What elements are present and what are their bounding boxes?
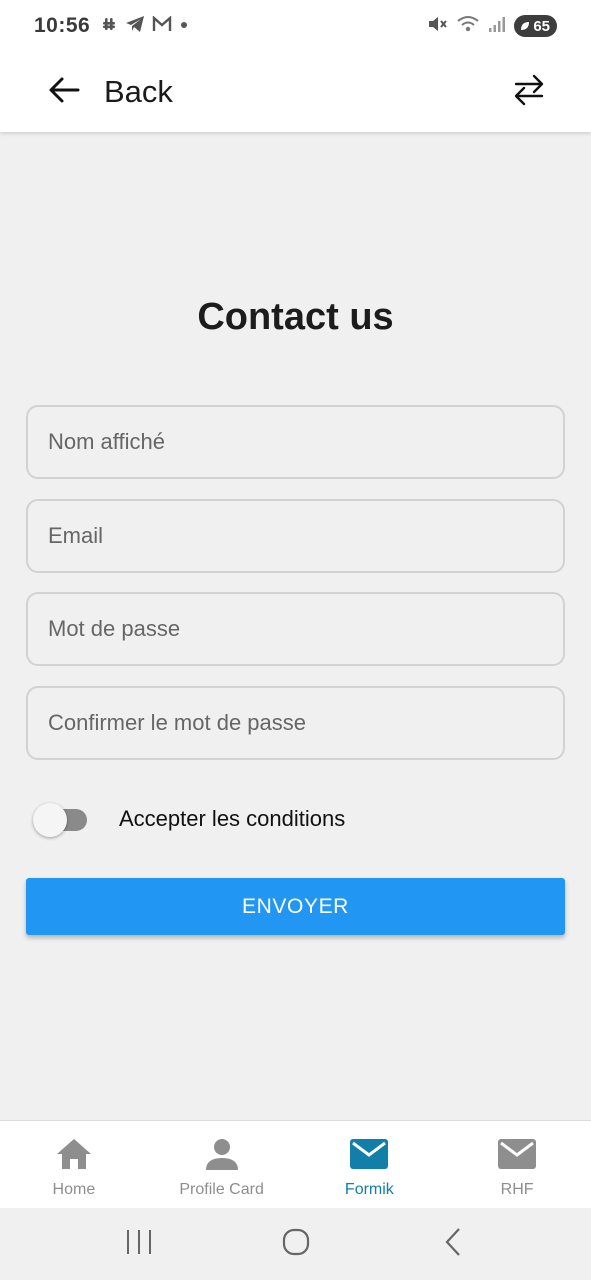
telegram-icon	[125, 15, 145, 38]
gmail-icon	[152, 14, 172, 37]
terms-row: Accepter les conditions	[33, 800, 345, 838]
home-nav-button[interactable]	[271, 1224, 321, 1264]
tab-home-label: Home	[52, 1181, 96, 1198]
tab-home[interactable]: Home	[0, 1121, 148, 1208]
confirm-password-input[interactable]	[28, 688, 563, 758]
swap-button[interactable]	[511, 74, 547, 110]
toggle-thumb	[33, 803, 67, 837]
password-field[interactable]	[26, 592, 565, 666]
submit-button[interactable]: ENVOYER	[26, 878, 565, 935]
tab-rhf[interactable]: RHF	[443, 1121, 591, 1208]
notification-dot-icon	[179, 17, 189, 35]
recent-apps-button[interactable]	[114, 1224, 164, 1264]
password-input[interactable]	[28, 594, 563, 664]
terms-label: Accepter les conditions	[119, 806, 346, 831]
arrow-left-icon	[48, 76, 80, 109]
confirm-password-field[interactable]	[26, 686, 565, 760]
tab-rhf-label: RHF	[500, 1181, 534, 1198]
leaf-icon	[521, 22, 530, 30]
status-left: 10:56	[34, 14, 189, 38]
slack-icon	[100, 15, 118, 38]
back-label: Back	[104, 74, 173, 109]
system-nav-bar	[0, 1208, 591, 1280]
mail-icon	[496, 1135, 538, 1173]
tab-profile-card-label: Profile Card	[179, 1181, 264, 1198]
back-button[interactable]: Back	[48, 74, 173, 110]
display-name-input[interactable]	[28, 407, 563, 477]
mail-icon	[348, 1135, 390, 1173]
status-bar: 10:56 65	[0, 0, 591, 52]
signal-icon	[488, 15, 506, 38]
tab-formik[interactable]: Formik	[296, 1121, 444, 1208]
page-title: Contact us	[197, 296, 394, 338]
wifi-icon	[456, 14, 480, 39]
swap-arrows-icon	[513, 73, 545, 112]
person-icon	[201, 1135, 243, 1173]
status-time: 10:56	[34, 14, 91, 37]
email-input[interactable]	[28, 501, 563, 571]
email-field[interactable]	[26, 499, 565, 573]
mute-icon	[426, 14, 448, 39]
tab-formik-label: Formik	[344, 1181, 394, 1198]
status-right: 65	[426, 14, 557, 39]
recent-apps-icon	[124, 1228, 154, 1261]
tab-profile-card[interactable]: Profile Card	[148, 1121, 296, 1208]
terms-toggle[interactable]	[33, 800, 87, 838]
battery-level: 65	[533, 17, 550, 35]
battery-indicator: 65	[514, 15, 557, 37]
app-bar: Back	[0, 52, 591, 132]
back-nav-button[interactable]	[428, 1224, 478, 1264]
notification-icons	[100, 14, 189, 38]
display-name-field[interactable]	[26, 405, 565, 479]
bottom-tab-bar: Home Profile Card Formik RHF	[0, 1120, 591, 1208]
home-icon	[53, 1135, 95, 1173]
home-circle-icon	[281, 1227, 311, 1262]
chevron-left-icon	[441, 1227, 465, 1262]
